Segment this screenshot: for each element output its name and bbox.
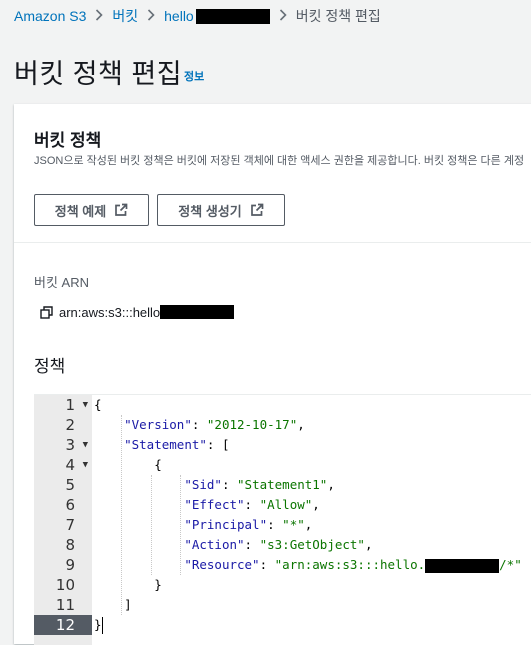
code-line: } bbox=[94, 615, 102, 635]
fold-arrow-icon[interactable]: ▼ bbox=[83, 455, 88, 475]
line-number: 6 bbox=[65, 496, 75, 514]
info-link[interactable]: 정보 bbox=[184, 68, 204, 84]
policy-examples-button[interactable]: 정책 예제 bbox=[34, 194, 149, 226]
line-number: 11 bbox=[55, 596, 75, 614]
chevron-right-icon bbox=[147, 8, 155, 24]
gutter-line: 10 bbox=[34, 575, 92, 595]
code-token: "Resource" bbox=[184, 557, 260, 572]
policy-examples-label: 정책 예제 bbox=[54, 203, 107, 219]
line-number: 4 bbox=[65, 456, 75, 474]
policy-generator-button[interactable]: 정책 생성기 bbox=[157, 194, 285, 226]
code-token: "Statement1" bbox=[237, 477, 328, 492]
bucket-arn-row: arn:aws:s3:::hello bbox=[40, 303, 235, 321]
code-token: "arn:aws:s3:::hello. bbox=[274, 557, 426, 572]
code-line: "Sid": "Statement1", bbox=[184, 477, 335, 492]
gutter-line: 7 bbox=[34, 515, 92, 535]
code-token: "*" bbox=[282, 517, 305, 532]
bucket-arn-value: arn:aws:s3:::hello bbox=[59, 304, 161, 320]
gutter-line: 3 ▼ bbox=[34, 435, 92, 455]
gutter-line-active: 12 bbox=[34, 615, 92, 635]
panel-header: 버킷 정책 JSON으로 작성된 버킷 정책은 버킷에 저장된 객체에 대한 액… bbox=[14, 104, 531, 243]
code-token: "Sid" bbox=[184, 477, 222, 492]
external-link-icon bbox=[115, 203, 128, 216]
code-token: /*" bbox=[499, 557, 522, 572]
chevron-right-icon bbox=[279, 8, 287, 24]
bucket-policy-panel: 버킷 정책 JSON으로 작성된 버킷 정책은 버킷에 저장된 객체에 대한 액… bbox=[14, 104, 531, 645]
text-cursor bbox=[102, 617, 103, 634]
chevron-right-icon bbox=[95, 8, 104, 24]
line-number: 8 bbox=[65, 536, 75, 554]
code-token: { bbox=[154, 457, 162, 472]
gutter-line: 4 ▼ bbox=[34, 455, 92, 475]
section-title: 버킷 정책 bbox=[34, 131, 102, 150]
code-token: ] bbox=[124, 597, 132, 612]
code-token: "s3:GetObject" bbox=[259, 537, 365, 552]
line-number: 9 bbox=[65, 556, 75, 574]
redacted-block bbox=[195, 9, 270, 25]
breadcrumb-bucket-name-text: hello bbox=[164, 7, 194, 24]
breadcrumb-bucket-name[interactable]: hello bbox=[164, 8, 270, 25]
code-token: { bbox=[94, 397, 102, 412]
gutter-line: 6 bbox=[34, 495, 92, 515]
bucket-arn-label: 버킷 ARN bbox=[34, 275, 89, 290]
code-line: "Version": "2012-10-17", bbox=[124, 417, 305, 432]
code-line: "Principal": "*", bbox=[184, 517, 313, 532]
code-token: [ bbox=[221, 437, 230, 452]
code-token: "Statement" bbox=[124, 437, 207, 452]
policy-code-editor[interactable]: 1 ▼ 2 3 ▼ 4 ▼ 5 6 7 8 9 10 11 12 { "Version… bbox=[34, 394, 531, 645]
gutter-line: 9 bbox=[34, 555, 92, 575]
code-token: "2012-10-17" bbox=[206, 417, 298, 432]
gutter-line: 5 bbox=[34, 475, 92, 495]
redacted-block bbox=[160, 305, 235, 319]
code-token: "Action" bbox=[184, 537, 245, 552]
code-token: "Version" bbox=[124, 417, 192, 432]
line-number: 5 bbox=[65, 476, 75, 494]
gutter-line: 8 bbox=[34, 535, 92, 555]
policy-label: 정책 bbox=[34, 357, 66, 376]
code-line: { bbox=[94, 455, 162, 475]
breadcrumb: Amazon S3 버킷 hello 버킷 정책 편집 bbox=[14, 6, 381, 26]
external-link-icon bbox=[250, 203, 264, 216]
line-number: 1 bbox=[65, 396, 75, 414]
line-number: 3 bbox=[65, 436, 75, 454]
line-number: 7 bbox=[65, 516, 75, 534]
code-line: "Statement": [ bbox=[124, 437, 230, 452]
section-description: JSON으로 작성된 버킷 정책은 버킷에 저장된 객체에 대한 액세스 권한을… bbox=[34, 155, 525, 167]
fold-arrow-icon[interactable]: ▼ bbox=[83, 435, 88, 455]
code-token: } bbox=[94, 617, 102, 632]
code-line: "Action": "s3:GetObject", bbox=[184, 537, 373, 552]
code-line: "Resource": "arn:aws:s3:::hello./*" bbox=[184, 557, 522, 573]
code-token: "Principal" bbox=[184, 517, 268, 532]
code-line: "Effect": "Allow", bbox=[184, 497, 320, 512]
fold-arrow-icon[interactable]: ▼ bbox=[83, 395, 88, 415]
redacted-block bbox=[425, 558, 500, 573]
gutter-line: 11 bbox=[34, 595, 92, 615]
code-token: "Effect" bbox=[184, 497, 245, 512]
copy-icon[interactable] bbox=[40, 305, 53, 319]
page-title: 버킷 정책 편집 bbox=[14, 59, 183, 89]
line-number: 2 bbox=[65, 416, 75, 434]
code-token: } bbox=[154, 577, 162, 592]
policy-generator-label: 정책 생성기 bbox=[178, 203, 242, 219]
line-number: 12 bbox=[55, 616, 75, 634]
breadcrumb-current: 버킷 정책 편집 bbox=[295, 8, 381, 24]
gutter-line: 2 bbox=[34, 415, 92, 435]
breadcrumb-buckets[interactable]: 버킷 bbox=[112, 6, 138, 26]
editor-gutter: 1 ▼ 2 3 ▼ 4 ▼ 5 6 7 8 9 10 11 12 bbox=[34, 395, 92, 645]
code-line: ] bbox=[94, 595, 132, 615]
code-token: "Allow" bbox=[259, 497, 313, 512]
gutter-line: 1 ▼ bbox=[34, 395, 92, 415]
code-line: { bbox=[94, 395, 102, 415]
line-number: 10 bbox=[55, 576, 75, 594]
code-line: } bbox=[94, 575, 162, 595]
breadcrumb-amazon-s3[interactable]: Amazon S3 bbox=[14, 8, 86, 24]
